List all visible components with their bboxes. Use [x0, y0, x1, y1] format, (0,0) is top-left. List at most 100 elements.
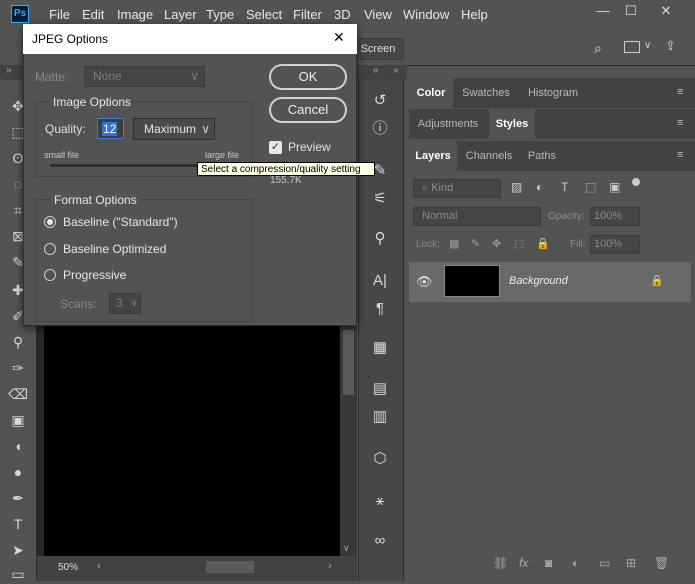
radio-baseline-standard[interactable] — [44, 216, 56, 228]
tab-histogram[interactable]: Histogram — [519, 78, 587, 108]
notes-panel-icon[interactable]: ▥ — [368, 406, 392, 428]
document-canvas[interactable] — [44, 322, 340, 556]
lock-transparent-icon[interactable]: ▩ — [449, 237, 459, 250]
maximize-icon[interactable]: ☐ — [620, 3, 642, 19]
tab-adjustments[interactable]: Adjustments — [409, 109, 487, 139]
quality-preset-select[interactable]: Maximum ∨ — [133, 118, 215, 140]
menu-help[interactable]: Help — [461, 7, 488, 22]
close-icon[interactable]: ✕ — [333, 29, 345, 46]
layer-filter-kind[interactable]: ⌕ Kind — [413, 179, 501, 198]
baseline-optimized-label[interactable]: Baseline Optimized — [63, 242, 166, 256]
dodge-tool-icon[interactable]: ● — [6, 462, 30, 482]
horizontal-scroll-thumb[interactable] — [206, 561, 254, 573]
filter-toggle-icon[interactable] — [632, 178, 640, 186]
vertical-scroll-thumb[interactable] — [343, 330, 354, 395]
tab-swatches[interactable]: Swatches — [457, 78, 515, 108]
opacity-field[interactable]: 100% — [590, 207, 640, 226]
baseline-standard-label[interactable]: Baseline ("Standard") — [63, 215, 178, 229]
group-folder-icon[interactable]: ▭ — [599, 556, 610, 570]
minimize-icon[interactable]: — — [592, 3, 614, 19]
path-selection-tool-icon[interactable]: ➤ — [6, 540, 30, 560]
menu-3d[interactable]: 3D — [334, 7, 351, 22]
blend-mode-select[interactable]: Normal — [413, 207, 541, 226]
tab-styles[interactable]: Styles — [489, 109, 535, 139]
menu-view[interactable]: View — [364, 7, 392, 22]
delete-layer-icon[interactable]: 🗑 — [654, 556, 669, 570]
scans-select[interactable]: 3 ∨ — [109, 293, 141, 314]
ok-button[interactable]: OK — [269, 64, 347, 90]
preview-checkbox[interactable]: ✓ — [269, 141, 282, 154]
quality-input[interactable]: 12 — [97, 118, 124, 139]
menu-file[interactable]: File — [49, 7, 70, 22]
character-panel-icon[interactable]: A| — [368, 270, 392, 292]
info-panel-icon[interactable]: ⓘ — [368, 118, 392, 140]
lock-all-icon[interactable]: 🔒 — [536, 237, 550, 250]
menu-window[interactable]: Window — [403, 7, 449, 22]
menu-filter[interactable]: Filter — [293, 7, 322, 22]
tab-paths[interactable]: Paths — [521, 141, 563, 171]
zoom-level[interactable]: 50% — [58, 562, 78, 573]
tab-channels[interactable]: Channels — [461, 141, 517, 171]
adjustment-layer-icon[interactable]: ◐ — [572, 556, 579, 570]
creative-cloud-icon[interactable]: ∞ — [368, 530, 392, 552]
network-panel-icon[interactable]: ⚹ — [368, 490, 392, 512]
properties-3d-icon[interactable]: ▦ — [368, 337, 392, 359]
lock-artboard-icon[interactable]: ⬚ — [514, 237, 524, 250]
progressive-label[interactable]: Progressive — [63, 268, 126, 282]
menu-select[interactable]: Select — [246, 7, 282, 22]
panel-menu-icon[interactable]: ≡ — [677, 117, 683, 129]
smart-object-filter-icon[interactable]: ▣ — [609, 180, 620, 194]
history-brush-tool-icon[interactable]: ✑ — [6, 358, 30, 378]
radio-baseline-optimized[interactable] — [44, 243, 56, 255]
panel-menu-icon[interactable]: ≡ — [677, 86, 683, 98]
timeline-panel-icon[interactable]: ▤ — [368, 378, 392, 400]
scroll-down-icon[interactable]: ∨ — [343, 543, 350, 554]
tab-color[interactable]: Color — [409, 78, 453, 108]
search-icon[interactable]: ⌕ — [594, 40, 610, 56]
menu-edit[interactable]: Edit — [82, 7, 104, 22]
pen-tool-icon[interactable]: ✒ — [6, 488, 30, 508]
workspace-icon[interactable] — [624, 41, 640, 53]
lock-image-icon[interactable]: ✎ — [471, 237, 480, 250]
blur-tool-icon[interactable]: ◖ — [6, 436, 30, 456]
layer-name[interactable]: Background — [509, 275, 568, 287]
matte-select[interactable]: None ∨ — [84, 66, 205, 87]
shape-filter-icon[interactable]: ⬚ — [585, 180, 596, 194]
gradient-tool-icon[interactable]: ▣ — [6, 410, 30, 430]
paragraph-panel-icon[interactable]: ¶ — [368, 298, 392, 320]
lock-position-icon[interactable]: ✥ — [492, 237, 501, 250]
history-panel-icon[interactable]: ↺ — [368, 90, 392, 112]
pixel-filter-icon[interactable]: ▨ — [511, 180, 522, 194]
layer-mask-icon[interactable]: ◙ — [545, 556, 552, 570]
link-layers-icon[interactable]: ⛓ — [493, 556, 508, 570]
shape-tool-icon[interactable]: ▭ — [6, 564, 30, 584]
new-layer-icon[interactable]: ⊞ — [626, 556, 636, 570]
close-window-icon[interactable]: ✕ — [655, 3, 677, 19]
eraser-tool-icon[interactable]: ⌫ — [6, 384, 30, 404]
expand-icon[interactable]: » — [393, 65, 399, 76]
clone-stamp-tool-icon[interactable]: ⚲ — [6, 332, 30, 352]
menu-type[interactable]: Type — [206, 7, 234, 22]
cancel-button[interactable]: Cancel — [269, 97, 347, 123]
radio-progressive[interactable] — [44, 269, 56, 281]
expand-toolbar-icon[interactable]: » — [6, 65, 12, 76]
adjustment-filter-icon[interactable]: ◐ — [536, 180, 543, 194]
scroll-right-icon[interactable]: › — [328, 560, 332, 572]
chevron-down-icon[interactable]: ∨ — [644, 40, 651, 51]
screen-mode-button[interactable]: Screen — [352, 38, 404, 60]
preview-label[interactable]: Preview — [288, 140, 331, 154]
fill-field[interactable]: 100% — [590, 235, 640, 254]
tab-layers[interactable]: Layers — [409, 141, 457, 171]
layer-style-icon[interactable]: fx — [519, 556, 528, 570]
brush-settings-icon[interactable]: ⚟ — [368, 188, 392, 210]
type-filter-icon[interactable]: T — [561, 180, 568, 194]
clone-source-icon[interactable]: ⚲ — [368, 228, 392, 250]
scroll-left-icon[interactable]: ‹ — [97, 560, 101, 572]
type-tool-icon[interactable]: T — [6, 514, 30, 534]
3d-panel-icon[interactable]: ⬡ — [368, 448, 392, 470]
collapse-icon[interactable]: « — [373, 65, 379, 76]
share-icon[interactable]: ⇪ — [665, 38, 685, 56]
menu-image[interactable]: Image — [117, 7, 153, 22]
panel-menu-icon[interactable]: ≡ — [677, 149, 683, 161]
visibility-eye-icon[interactable]: 👁 — [416, 274, 433, 290]
